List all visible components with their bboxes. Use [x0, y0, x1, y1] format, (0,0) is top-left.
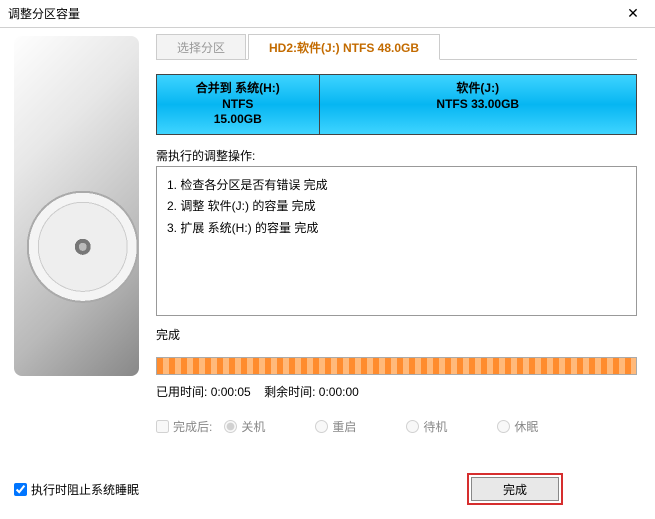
operation-item: 1. 检查各分区是否有错误 完成: [167, 175, 626, 197]
operations-list: 1. 检查各分区是否有错误 完成 2. 调整 软件(J:) 的容量 完成 3. …: [156, 166, 637, 316]
hdd-illustration: DISKGENIUS: [14, 36, 139, 376]
partition-left-fs: NTFS: [161, 97, 315, 113]
tab-current-partition[interactable]: HD2:软件(J:) NTFS 48.0GB: [248, 34, 440, 60]
titlebar: 调整分区容量 ✕: [0, 0, 655, 28]
remain-value: 0:00:00: [319, 385, 359, 399]
elapsed-label: 已用时间:: [156, 385, 207, 399]
prevent-sleep-checkbox[interactable]: [14, 483, 27, 496]
radio-shutdown-label: 关机: [241, 418, 265, 435]
tab-select-partition[interactable]: 选择分区: [156, 34, 246, 59]
radio-hibernate[interactable]: [497, 420, 510, 433]
radio-restart-label: 重启: [332, 418, 356, 435]
elapsed-value: 0:00:05: [211, 385, 251, 399]
bottom-bar: 执行时阻止系统睡眠 完成: [14, 473, 637, 505]
operations-header: 需执行的调整操作:: [156, 147, 637, 164]
partition-left[interactable]: 合并到 系统(H:) NTFS 15.00GB: [156, 74, 320, 135]
operation-item: 2. 调整 软件(J:) 的容量 完成: [167, 196, 626, 218]
partition-right[interactable]: 软件(J:) NTFS 33.00GB: [320, 74, 637, 135]
after-complete-label: 完成后:: [173, 418, 212, 435]
partition-left-size: 15.00GB: [161, 112, 315, 128]
after-complete-row: 完成后: 关机 重启 待机 休眠: [156, 418, 637, 435]
radio-hibernate-label: 休眠: [514, 418, 538, 435]
main-panel: 选择分区 HD2:软件(J:) NTFS 48.0GB 合并到 系统(H:) N…: [150, 28, 655, 519]
finish-button[interactable]: 完成: [471, 477, 559, 501]
radio-standby[interactable]: [406, 420, 419, 433]
time-row: 已用时间: 0:00:05 剩余时间: 0:00:00: [156, 383, 637, 400]
partition-left-name: 合并到 系统(H:): [161, 81, 315, 97]
status-text: 完成: [156, 326, 637, 343]
progress-bar: [156, 357, 637, 375]
radio-standby-label: 待机: [423, 418, 447, 435]
prevent-sleep-option[interactable]: 执行时阻止系统睡眠: [14, 481, 139, 498]
radio-shutdown[interactable]: [224, 420, 237, 433]
prevent-sleep-label: 执行时阻止系统睡眠: [31, 481, 139, 498]
partition-diagram: 合并到 系统(H:) NTFS 15.00GB 软件(J:) NTFS 33.0…: [156, 74, 637, 135]
content-area: DISKGENIUS 选择分区 HD2:软件(J:) NTFS 48.0GB 合…: [0, 28, 655, 519]
remain-label: 剩余时间:: [264, 385, 315, 399]
partition-right-fs-size: NTFS 33.00GB: [324, 97, 632, 113]
after-complete-checkbox[interactable]: [156, 420, 169, 433]
window-title: 调整分区容量: [8, 5, 619, 22]
partition-right-name: 软件(J:): [324, 81, 632, 97]
finish-button-highlight: 完成: [467, 473, 563, 505]
sidebar: DISKGENIUS: [0, 28, 150, 519]
operation-item: 3. 扩展 系统(H:) 的容量 完成: [167, 218, 626, 240]
close-icon[interactable]: ✕: [619, 5, 647, 22]
radio-restart[interactable]: [315, 420, 328, 433]
tab-bar: 选择分区 HD2:软件(J:) NTFS 48.0GB: [156, 34, 637, 60]
